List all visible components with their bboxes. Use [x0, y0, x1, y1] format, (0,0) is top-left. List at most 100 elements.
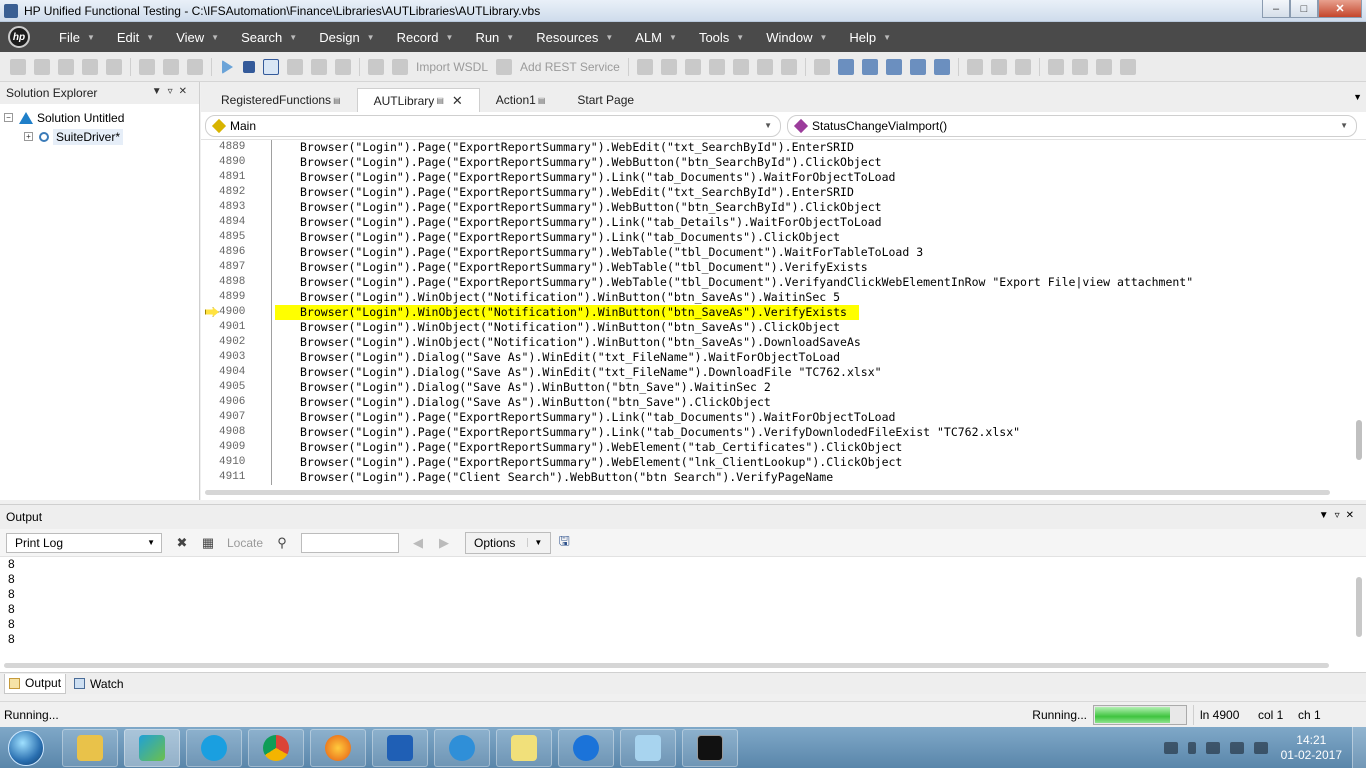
redo-icon[interactable] — [163, 58, 179, 75]
expand-icon[interactable]: + — [24, 132, 33, 141]
menu-record[interactable]: Record ▼ — [386, 22, 465, 52]
data-table-icon[interactable] — [885, 58, 902, 75]
output-vertical-scrollbar[interactable] — [1356, 577, 1362, 637]
delete-icon[interactable] — [684, 58, 701, 75]
taskbar-skype[interactable] — [186, 728, 242, 767]
code-editor[interactable]: 4889 4890 4891 4892 4893 4894 4895 4896 4897 4898… — [201, 140, 1366, 485]
refresh-icon[interactable] — [187, 58, 203, 75]
clock[interactable]: 14:21 01-02-2017 — [1281, 733, 1342, 763]
save-all-icon[interactable] — [106, 58, 122, 75]
breakpoint-icon[interactable] — [966, 58, 983, 75]
next-icon[interactable]: ▶ — [436, 535, 452, 551]
tab-action1[interactable]: Action1 ▤ — [480, 88, 562, 112]
tab-output[interactable]: Output — [4, 673, 67, 694]
keyword-view-icon[interactable] — [909, 58, 926, 75]
help-icon[interactable] — [1119, 58, 1136, 75]
code-line-row[interactable]: Browser("Login").WinObject("Notification… — [275, 335, 1345, 350]
save-icon[interactable]: 🖫 — [556, 533, 572, 551]
taskbar-folder[interactable] — [496, 728, 552, 767]
pane-controls[interactable]: ▼▿✕ — [1319, 510, 1360, 521]
tab-overflow-icon[interactable]: ▼ — [1353, 92, 1362, 102]
menu-file[interactable]: File ▼ — [48, 22, 106, 52]
minimize-icon[interactable]: – — [1262, 0, 1290, 18]
code-line-row[interactable]: Browser("Login").Page("ExportReportSumma… — [275, 230, 1345, 245]
step-out-icon[interactable] — [335, 58, 351, 75]
scrollbar-thumb[interactable] — [1356, 420, 1362, 460]
scope-combo[interactable]: Main ▼ — [205, 114, 781, 137]
import-wsdl-button[interactable]: Import WSDL — [416, 60, 488, 74]
collapse-icon[interactable] — [732, 58, 749, 75]
code-line-row[interactable]: Browser("Login").Dialog("Save As").WinEd… — [275, 350, 1345, 365]
tab-registered-functions[interactable]: RegisteredFunctions ▤ — [205, 88, 357, 112]
code-line-row[interactable]: Browser("Login").Page("ExportReportSumma… — [275, 155, 1345, 170]
close-tab-icon[interactable]: ✕ — [452, 93, 463, 109]
code-line-row[interactable]: Browser("Login").Page("ExportReportSumma… — [275, 215, 1345, 230]
code-line-row[interactable]: Browser("Login").Page("ExportReportSumma… — [275, 170, 1345, 185]
undo-icon[interactable] — [139, 58, 155, 75]
print-log-select[interactable]: Print Log ▼ — [6, 532, 162, 553]
code-line-row[interactable]: Browser("Login").Page("ExportReportSumma… — [275, 200, 1345, 215]
object-spy-icon[interactable] — [861, 58, 878, 75]
volume-icon[interactable] — [1253, 741, 1268, 754]
tab-aut-library[interactable]: AUTLibrary ▤ ✕ — [356, 88, 480, 112]
menu-alm[interactable]: ALM ▼ — [624, 22, 688, 52]
code-line-row[interactable]: Browser("Login").Page("ExportReportSumma… — [275, 140, 1345, 155]
stop-icon[interactable] — [243, 60, 255, 73]
code-line-row[interactable]: Browser("Login").Page("ExportReportSumma… — [275, 455, 1345, 470]
output-search-input[interactable] — [301, 532, 400, 553]
code-line-row[interactable]: Browser("Login").Page("ExportReportSumma… — [275, 275, 1345, 290]
list-icon[interactable] — [813, 58, 830, 75]
search-icon[interactable]: ⚲ — [274, 535, 290, 551]
taskbar-outlook[interactable] — [372, 728, 428, 767]
step-into-icon[interactable] — [287, 58, 303, 75]
service-icon[interactable] — [496, 58, 513, 75]
menu-window[interactable]: Window ▼ — [755, 22, 838, 52]
step-over-icon[interactable] — [311, 58, 327, 75]
flag-icon[interactable] — [1205, 741, 1220, 754]
options-button[interactable]: Options ▼ — [465, 531, 552, 554]
show-desktop-button[interactable] — [1352, 727, 1366, 768]
keyboard-icon[interactable] — [1163, 741, 1178, 754]
move-down-icon[interactable] — [660, 58, 677, 75]
previous-icon[interactable]: ◀ — [410, 535, 426, 551]
output-horizontal-scrollbar[interactable] — [0, 661, 1366, 671]
code-line-row[interactable]: Browser("Login").Dialog("Save As").WinEd… — [275, 365, 1345, 380]
taskbar-firefox[interactable] — [310, 728, 366, 767]
sync-icon[interactable] — [780, 58, 797, 75]
options-icon[interactable] — [1071, 58, 1088, 75]
taskbar-explorer[interactable] — [62, 728, 118, 767]
code-line-row[interactable]: Browser("Login").Dialog("Save As").WinBu… — [275, 395, 1345, 410]
show-hidden-icon[interactable] — [1187, 741, 1196, 754]
start-button[interactable] — [8, 729, 44, 766]
pause-icon[interactable] — [263, 58, 279, 75]
run-icon[interactable] — [222, 59, 233, 74]
object-repository-icon[interactable] — [837, 58, 854, 75]
taskbar-ie[interactable] — [434, 728, 490, 767]
menu-resources[interactable]: Resources ▼ — [525, 22, 624, 52]
menu-run[interactable]: Run ▼ — [464, 22, 525, 52]
code-line-row[interactable]: Browser("Login").Page("ExportReportSumma… — [275, 260, 1345, 275]
taskbar-uft[interactable] — [124, 728, 180, 767]
code-line-row[interactable]: Browser("Login").Dialog("Save As").WinBu… — [275, 380, 1345, 395]
maximize-icon[interactable]: □ — [1290, 0, 1318, 18]
pane-controls[interactable]: ▼▿✕ — [152, 86, 193, 97]
move-up-icon[interactable] — [636, 58, 653, 75]
report-icon[interactable] — [1095, 58, 1112, 75]
menu-view[interactable]: View ▼ — [165, 22, 230, 52]
checkpoint-icon[interactable] — [392, 58, 408, 75]
code-line-row[interactable]: Browser("Login").Page("ExportReportSumma… — [275, 185, 1345, 200]
save-icon[interactable] — [82, 58, 98, 75]
clear-breakpoints-icon[interactable] — [990, 58, 1007, 75]
collapse-icon[interactable]: − — [4, 113, 13, 122]
code-line-row[interactable]: Browser("Login").WinObject("Notification… — [275, 290, 1345, 305]
code-line-row[interactable]: Browser("Login").WinObject("Notification… — [275, 320, 1345, 335]
taskbar-cmd[interactable] — [682, 728, 738, 767]
locate-button[interactable]: Locate — [227, 536, 263, 550]
menu-help[interactable]: Help ▼ — [838, 22, 902, 52]
settings-icon[interactable] — [1047, 58, 1064, 75]
close-icon[interactable]: ✕ — [1318, 0, 1362, 18]
new-icon[interactable] — [10, 58, 26, 75]
code-line-row[interactable]: Browser("Login").WinObject("Notification… — [275, 305, 1345, 320]
menu-tools[interactable]: Tools ▼ — [688, 22, 755, 52]
clear-icon[interactable]: ✖ — [174, 535, 190, 551]
